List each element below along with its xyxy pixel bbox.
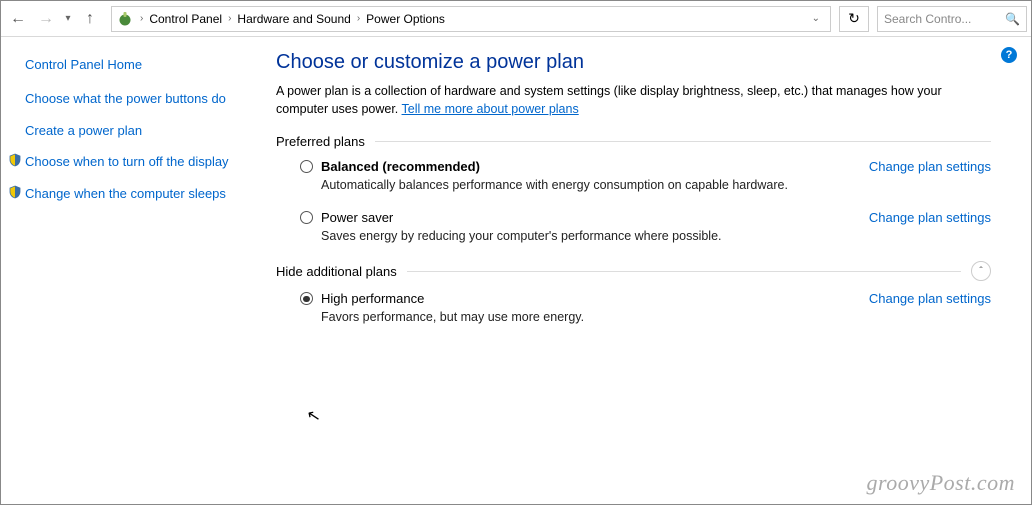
shield-icon bbox=[5, 185, 25, 203]
sidebar-link-label: Change when the computer sleeps bbox=[25, 185, 226, 203]
change-settings-balanced-link[interactable]: Change plan settings bbox=[869, 159, 991, 174]
power-options-icon bbox=[116, 10, 134, 28]
plan-description: Saves energy by reducing your computer's… bbox=[321, 229, 991, 243]
search-input[interactable]: Search Contro... 🔍 bbox=[877, 6, 1027, 32]
watermark: groovyPost.com bbox=[866, 470, 1015, 496]
chevron-right-icon: › bbox=[138, 13, 145, 24]
plan-description: Automatically balances performance with … bbox=[321, 178, 991, 192]
chevron-right-icon: › bbox=[355, 13, 362, 24]
sidebar-link-power-buttons[interactable]: Choose what the power buttons do bbox=[25, 90, 238, 108]
main-content: ? Choose or customize a power plan A pow… bbox=[256, 37, 1031, 504]
description-text: A power plan is a collection of hardware… bbox=[276, 84, 942, 116]
section-label-text: Preferred plans bbox=[276, 134, 365, 149]
collapse-button[interactable]: ˆ bbox=[971, 261, 991, 281]
chevron-right-icon: › bbox=[226, 13, 233, 24]
learn-more-link[interactable]: Tell me more about power plans bbox=[402, 102, 579, 116]
breadcrumb-power-options[interactable]: Power Options bbox=[362, 7, 449, 31]
change-settings-high-link[interactable]: Change plan settings bbox=[869, 291, 991, 306]
sidebar-link-label: Choose when to turn off the display bbox=[25, 153, 229, 171]
sidebar-link-computer-sleeps[interactable]: Change when the computer sleeps bbox=[25, 185, 238, 203]
radio-balanced[interactable] bbox=[300, 160, 313, 173]
refresh-button[interactable]: ↻ bbox=[839, 6, 869, 32]
shield-icon bbox=[5, 153, 25, 171]
breadcrumb-hardware-sound[interactable]: Hardware and Sound bbox=[233, 7, 354, 31]
plan-balanced: Balanced (recommended) Change plan setti… bbox=[300, 159, 991, 192]
section-label-text: Hide additional plans bbox=[276, 264, 397, 279]
radio-high-performance[interactable] bbox=[300, 292, 313, 305]
search-icon: 🔍 bbox=[1005, 12, 1020, 26]
sidebar: Control Panel Home Choose what the power… bbox=[1, 37, 256, 504]
chevron-up-icon: ˆ bbox=[979, 266, 982, 277]
plan-name[interactable]: High performance bbox=[321, 291, 424, 306]
plan-power-saver: Power saver Change plan settings Saves e… bbox=[300, 210, 991, 243]
plan-name[interactable]: Balanced (recommended) bbox=[321, 159, 480, 174]
address-bar-row: ← → ▾ ↑ › Control Panel › Hardware and S… bbox=[1, 1, 1031, 37]
section-additional-plans[interactable]: Hide additional plans ˆ bbox=[276, 261, 991, 281]
radio-power-saver[interactable] bbox=[300, 211, 313, 224]
sidebar-link-display-off[interactable]: Choose when to turn off the display bbox=[25, 153, 238, 171]
plan-high-performance: High performance Change plan settings Fa… bbox=[300, 291, 991, 324]
sidebar-link-label: Choose what the power buttons do bbox=[25, 90, 226, 108]
back-button[interactable]: ← bbox=[5, 6, 31, 32]
help-button[interactable]: ? bbox=[1001, 47, 1017, 63]
page-description: A power plan is a collection of hardware… bbox=[276, 82, 991, 118]
plan-name[interactable]: Power saver bbox=[321, 210, 393, 225]
breadcrumb-control-panel[interactable]: Control Panel bbox=[145, 7, 226, 31]
control-panel-home-link[interactable]: Control Panel Home bbox=[25, 57, 238, 72]
sidebar-link-create-plan[interactable]: Create a power plan bbox=[25, 122, 238, 140]
up-button[interactable]: ↑ bbox=[77, 6, 103, 32]
change-settings-saver-link[interactable]: Change plan settings bbox=[869, 210, 991, 225]
address-dropdown[interactable]: ⌄ bbox=[806, 13, 826, 24]
search-placeholder: Search Contro... bbox=[884, 12, 971, 26]
refresh-icon: ↻ bbox=[848, 10, 860, 27]
history-dropdown[interactable]: ▾ bbox=[61, 6, 75, 32]
forward-button[interactable]: → bbox=[33, 6, 59, 32]
section-preferred-plans: Preferred plans bbox=[276, 134, 991, 149]
plan-description: Favors performance, but may use more ene… bbox=[321, 310, 991, 324]
page-title: Choose or customize a power plan bbox=[276, 51, 991, 74]
address-bar[interactable]: › Control Panel › Hardware and Sound › P… bbox=[111, 6, 831, 32]
sidebar-link-label: Create a power plan bbox=[25, 122, 142, 140]
